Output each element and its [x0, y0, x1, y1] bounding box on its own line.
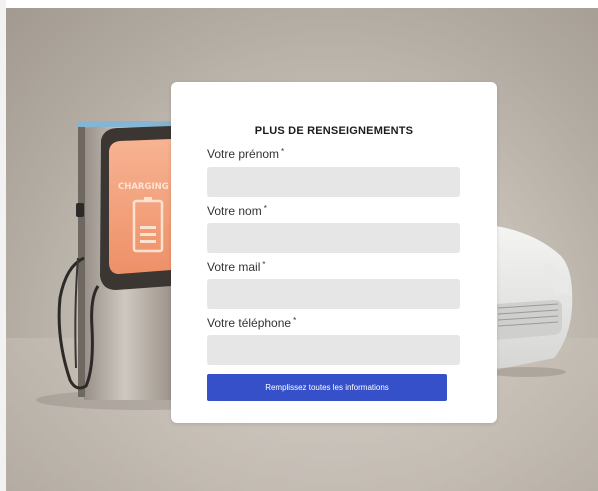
- form-title: PLUS DE RENSEIGNEMENTS: [254, 125, 414, 137]
- email-input[interactable]: [207, 279, 460, 309]
- email-label: Votre mail *: [207, 260, 265, 274]
- required-marker: *: [293, 316, 297, 325]
- phone-label-text: Votre téléphone: [207, 316, 292, 330]
- last-name-label: Votre nom *: [207, 204, 267, 218]
- first-name-input[interactable]: [207, 167, 460, 197]
- email-label-text: Votre mail: [207, 260, 261, 274]
- last-name-input[interactable]: [207, 223, 460, 253]
- first-name-label: Votre prénom *: [207, 147, 284, 161]
- required-marker: *: [262, 260, 266, 269]
- required-marker: *: [263, 204, 267, 213]
- phone-label: Votre téléphone *: [207, 316, 296, 330]
- charger-screen-text: CHARGING: [118, 182, 169, 192]
- phone-input[interactable]: [207, 335, 460, 365]
- required-marker: *: [281, 147, 285, 156]
- first-name-label-text: Votre prénom: [207, 147, 280, 161]
- info-form-card: PLUS DE RENSEIGNEMENTS Votre prénom * Vot…: [171, 82, 497, 423]
- submit-button[interactable]: Remplissez toutes les informations: [207, 374, 447, 401]
- page: CHARGING PLUS DE RENSEIGNEMENTS Votre pr…: [0, 0, 598, 491]
- last-name-label-text: Votre nom: [207, 204, 262, 218]
